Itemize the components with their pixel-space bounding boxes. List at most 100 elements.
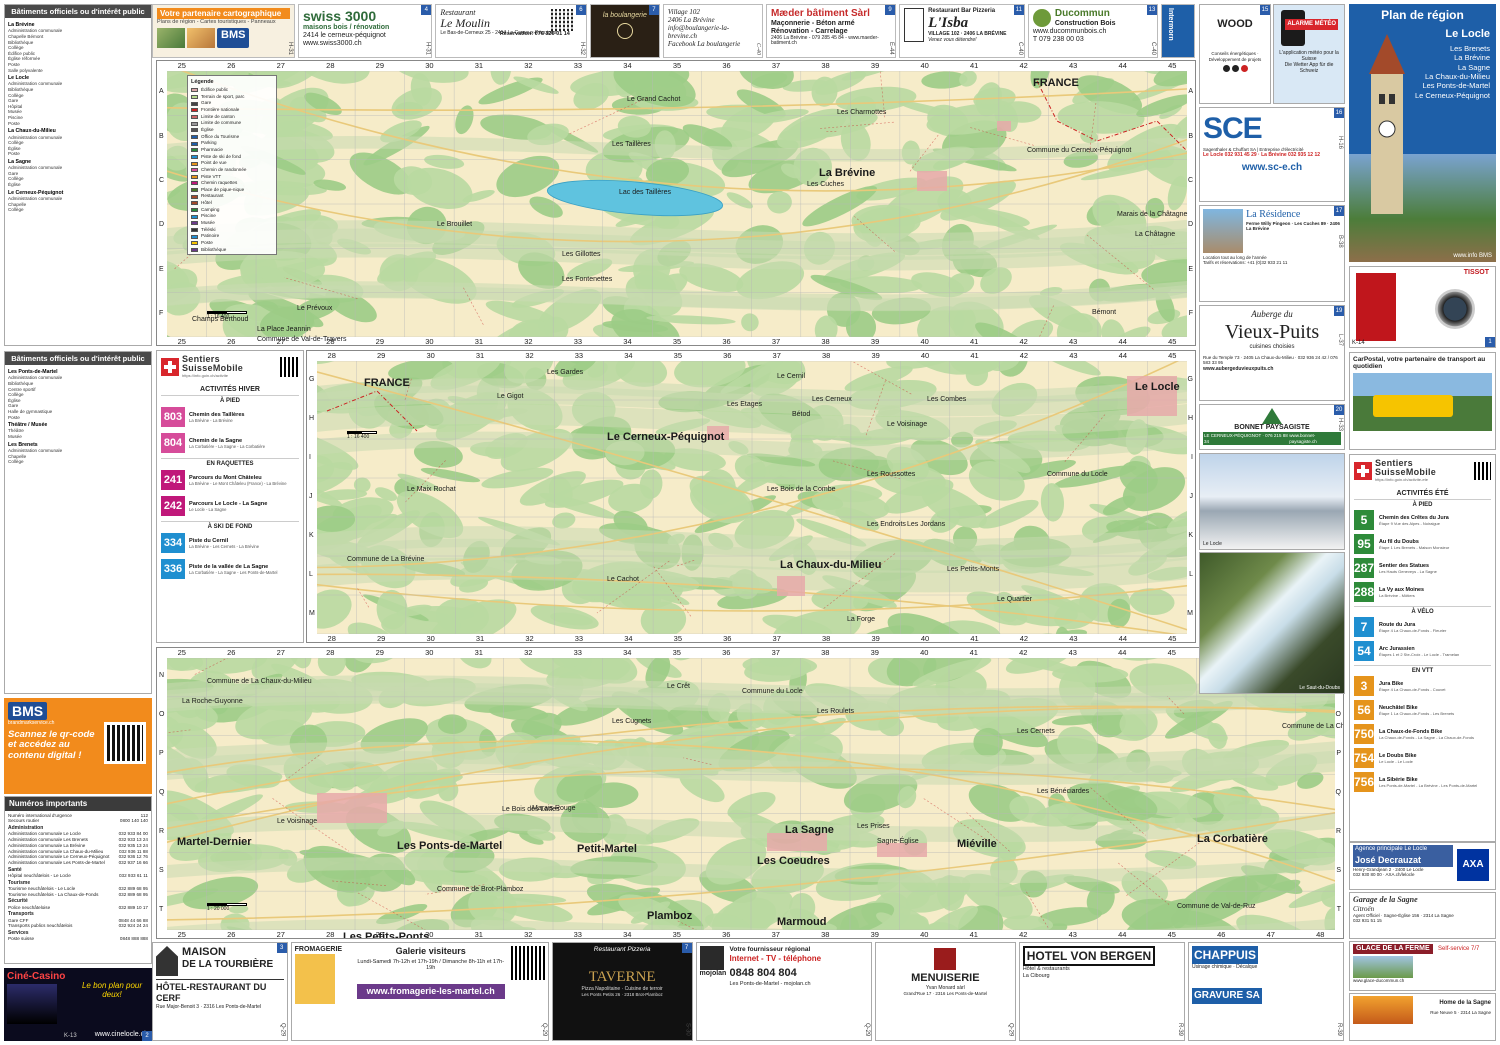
activity-route[interactable]: 288 La Vy aux Moines La Brévine - Môtiers [1350,580,1495,604]
ad-la-boulangerie[interactable]: Village 102 2406 La Brévine info@boulang… [662,4,763,58]
legend-item: Point de vue [191,160,273,167]
ad-sce[interactable]: 16 SCE Sagenthaler & Chuffart SA | Entre… [1199,107,1345,202]
activity-route[interactable]: 54 Arc Jurassien Étapes 1 et 2 Ste-Croix -… [1350,639,1495,663]
region-place: La Brévine [1454,53,1490,63]
ad-chappuis[interactable]: CHAPPUIS Usinage chimique · Décalque GRA… [1187,942,1344,1041]
index-row[interactable]: Église [8,182,148,188]
activity-route[interactable]: 3 Jura Bike Étape 4 La Chaux-de-Fonds - Co… [1350,674,1495,698]
qr-code-icon[interactable] [1474,461,1491,480]
ad-mojolan[interactable]: mojolan Votre fournisseur régional Inter… [695,942,872,1041]
ad-lisba[interactable]: 11 Restaurant Bar Pizzeria L'Isba VILLAG… [899,4,1025,58]
index-row[interactable]: Poste [8,121,148,127]
ad-title: Auberge du [1251,309,1293,319]
index-row[interactable]: Collège [8,207,148,213]
place-label: Marais de la Châtagne [1117,211,1188,218]
route-stages: Les Hauts Geneveys - La Sagne [1379,568,1437,574]
ad-cine-casino[interactable]: Ciné-Casino Le bon plan pour deux! www.c… [4,968,152,1041]
number-value: 0848 888 888 [119,936,148,942]
ad-hotel-von-bergen[interactable]: HOTEL VON BERGEN Hôtel & restaurants La … [1018,942,1185,1041]
ad-home-sagne[interactable]: Home de la Sagne Rue Neuve 5 · 2314 La S… [1349,993,1496,1041]
route-text: Jura Bike Étape 4 La Chaux-de-Fonds - Cou… [1379,681,1445,692]
activity-route[interactable]: 287 Sentier des Statues Les Hauts Geneveys… [1350,556,1495,580]
ad-title: BONNET PAYSAGISTE [1234,424,1310,431]
route-stages: Étape 9 Vue des Alpes - Noiraigue [1379,520,1441,526]
activity-route[interactable]: 756 La Sibérie Bike Les Ponts-de-Martel - … [1350,770,1495,794]
bms-logo: BMS [217,27,250,48]
route-text: Chemin de la Sagne La Corbatière - La Sag… [189,438,265,449]
public-buildings-index-1: Bâtiments officiels ou d'intérêt public … [4,4,152,346]
ad-line1: Mæder bâtiment Sàrl [770,8,870,19]
index-row[interactable]: Poste [8,151,148,157]
ad-wood[interactable]: 15 WOOD Conseils énergétiques · Développ… [1199,4,1271,104]
ad-tissot[interactable]: TISSOT K-14 1 [1349,266,1496,348]
route-stages: Le Locle - Le Locle [1379,758,1413,764]
ad-la-boulangerie-logo[interactable]: 7 la boulangerie [589,4,660,58]
activity-route[interactable]: 7 Route du Jura Étape 4 La Chaux-de-Fonds … [1350,615,1495,639]
ad-axa[interactable]: Agence principale Le Locle José Decrauza… [1349,842,1496,890]
activity-route[interactable]: 5 Chemin des Crêtes du Jura Étape 9 Vue de… [1350,508,1495,532]
ad-swiss3000[interactable]: 4 swiss 3000 maisons bois / rénovation 2… [297,4,433,58]
grid-column-label: 25 [177,930,186,939]
ad-maison-tourbiere[interactable]: 3 MAISON DE LA TOURBIÈRE HÔTEL-RESTAURAN… [152,942,288,1041]
ad-glace-ferme[interactable]: GLACE DE LA FERME Self-service 7/7 www.g… [1349,941,1496,991]
activity-route[interactable]: 56 Neuchâtel Bike Étape 1 La Chaux-de-Fond… [1350,698,1495,722]
activity-route[interactable]: 242 Parcours Le Locle - La Sagne Le Locle … [157,493,303,519]
grid-ref: Q-29 [863,1022,870,1036]
ad-maeder-batiment[interactable]: 9 Mæder bâtiment Sàrl Maçonnerie - Béton… [765,4,897,58]
ad-restaurant-le-moulin[interactable]: 6 Restaurant Le Moulin Réservation: 076 … [435,4,587,58]
grid-column-label: 41 [969,61,979,70]
place-label: Commune de Val-de-Travers [257,336,347,343]
qr-code-icon[interactable] [510,946,545,980]
activity-route[interactable]: 750 La Chaux-de-Fonds Bike La Chaux-de-Fon… [1350,722,1495,746]
index-row[interactable]: Collège [8,459,148,465]
grid-row-label: S [1336,866,1341,874]
place-label: Les Roulets [817,708,854,715]
legend-label: Office du Tourisme [201,133,240,139]
grid-column-label: 32 [524,930,533,939]
map-section-la-sagne[interactable]: 25 25 26 26 27 27 28 28 29 29 30 30 31 31 32 32 33 33 34 34… [156,647,1344,939]
place-label: Le Cernil [777,373,806,380]
instagram-icon[interactable] [1231,64,1239,72]
ad-vieux-puits[interactable]: 19 Auberge du Vieux-Puits cuisines chois… [1199,305,1345,401]
cine-url[interactable]: www.cinelocle.ch [95,1031,148,1038]
qr-code-icon[interactable] [280,356,299,377]
legend-swatch-icon [191,161,198,166]
grid-column-label: 35 [672,648,681,657]
ad-fromagerie[interactable]: FROMAGERIE Galerie visiteurs Lundi-Samed… [290,942,549,1041]
activity-route[interactable]: 334 Piste du Cernil La Brévine - Les Cerne… [157,530,303,556]
facebook-icon[interactable] [1222,64,1230,72]
place-label: Le Maix Rochat [407,486,456,493]
activity-route[interactable]: 803 Chemin des Taillères La Brévine - La B… [157,404,303,430]
grid-column-label: 43 [1068,930,1077,939]
legend-item: Hôtel [191,200,273,207]
bms-digital-panel[interactable]: BMS brandmarkservice.ch Scannez le qr-co… [4,698,152,794]
legend-item: Pharmacie [191,147,273,154]
carpostal-text: CarPostal, votre partenaire de transport… [1353,356,1486,370]
activity-route[interactable]: 241 Parcours du Mont Châteleu La Brévine -… [157,467,303,493]
index-row[interactable]: Musée [8,434,148,440]
ad-intermorn[interactable]: Intermorn [1160,4,1195,58]
ad-taverne[interactable]: 7 Restaurant Pizzeria TAVERNE Pizza Napo… [551,942,693,1041]
ad-carpostal[interactable]: CarPostal, votre partenaire de transport… [1349,352,1496,450]
index-row[interactable]: Poste [8,415,148,421]
activity-route[interactable]: 804 Chemin de la Sagne La Corbatière - La … [157,430,303,456]
index-row[interactable]: Salle polyvalente [8,68,148,74]
map-section-la-brevine[interactable]: Légende Édifice public Terrain de sport, … [156,60,1196,346]
ad-alarme-meteo[interactable]: ALARME MÉTÉO L'application météo pour la… [1273,4,1345,104]
grid-column-label: 33 [574,634,584,643]
number-row: Hôpital neuchâtelois - Le Locle 032 933 6… [8,873,148,879]
ad-ducommun[interactable]: 13 Ducommun Construction Bois www.ducomm… [1027,4,1158,58]
ad-menuiserie[interactable]: MENUISERIE Yvan Monard sàrl Grand'Rue 17… [874,942,1016,1041]
activity-route[interactable]: 95 Au fil du Doubs Étape 1 Les Brenets - M… [1350,532,1495,556]
activity-route[interactable]: 336 Piste de la vallée de La Sagne La Corb… [157,556,303,582]
ad-garage-sagne[interactable]: Garage de la Sagne Citroën Agent Officie… [1349,892,1496,939]
legend-label: Église [201,126,214,132]
ad-bonnet-paysagiste[interactable]: 20 BONNET PAYSAGISTE LE CERNEUX-PÉQUIGNO… [1199,404,1345,450]
route-stages: La Corbatière - La Sagne - Les Ponts-de-… [189,569,278,575]
ad-la-residence[interactable]: 17 La Résidence Ferme Willy Pingeon · Le… [1199,205,1345,302]
route-number-badge: 803 [161,407,185,427]
qr-code-icon[interactable] [104,722,146,764]
activity-route[interactable]: 754 Le Doubs Bike Le Locle - Le Locle [1350,746,1495,770]
map-section-la-chaux-du-milieu[interactable]: 28 28 29 29 30 30 31 31 32 32 33 33 34 34 35 35 36 36 37 37… [306,350,1196,643]
ad-bms-partner[interactable]: Votre partenaire cartographique Plans de… [152,4,295,58]
